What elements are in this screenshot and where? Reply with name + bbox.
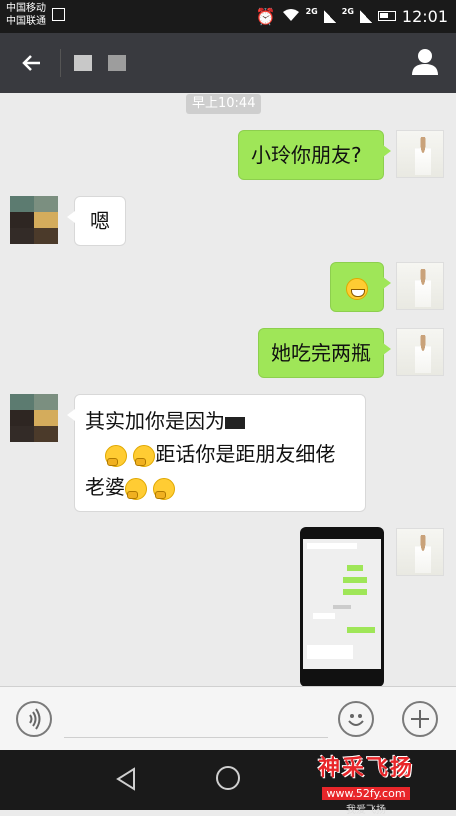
alarm-icon: ⏰ [255, 6, 276, 26]
more-button[interactable] [402, 701, 438, 737]
my-avatar[interactable] [396, 528, 444, 576]
watermark: 神采飞扬 www.52fy.com 我爱飞扬 [306, 750, 426, 816]
contact-avatar[interactable] [10, 196, 58, 244]
status-right: ⏰ 2G 2G 12:01 [256, 6, 448, 26]
back-button[interactable] [16, 47, 48, 79]
my-avatar[interactable] [396, 328, 444, 376]
grin-emoji-icon [346, 277, 368, 300]
contact-name-redacted [74, 55, 126, 71]
carrier-labels: 中国移动 中国联通 [6, 2, 46, 28]
contact-avatar[interactable] [10, 394, 58, 442]
image-message-thumbnail[interactable] [300, 527, 384, 687]
message-bubble-out[interactable] [330, 262, 391, 312]
person-icon [412, 49, 438, 75]
voice-icon [29, 708, 41, 730]
battery-icon [377, 11, 396, 21]
message-input[interactable] [64, 737, 328, 738]
message-text: 小玲你朋友? [251, 143, 362, 167]
message-text: 她吃完两瓶 [271, 341, 371, 365]
plus-icon [411, 710, 429, 728]
message-bubble-in[interactable]: 嗯 [67, 196, 126, 246]
signal-icon-2 [359, 9, 372, 23]
message-line-3: 老婆 [85, 471, 355, 504]
network-type-2: 2G [341, 6, 354, 16]
carrier-2: 中国联通 [6, 16, 46, 27]
thinking-emoji-icon [105, 444, 127, 467]
chat-info-button[interactable] [408, 45, 442, 79]
thinking-emoji-icon [133, 444, 156, 467]
nav-home-button[interactable] [216, 766, 240, 790]
triangle-back-icon [116, 767, 135, 791]
emoji-button[interactable] [338, 701, 374, 737]
thinking-emoji-icon [153, 477, 176, 500]
watermark-sub: 我爱飞扬 [346, 805, 386, 816]
message-line-1: 其实加你是因为 [85, 405, 355, 438]
message-bubble-in[interactable]: 其实加你是因为 距话你是距朋友细佬 老婆 [67, 394, 366, 512]
chat-input-bar [0, 686, 456, 751]
nav-back-button[interactable] [114, 766, 140, 792]
wifi-icon [282, 7, 300, 26]
chat-title-bar [0, 33, 456, 93]
watermark-url: www.52fy.com [322, 787, 410, 800]
sim-icon [52, 8, 65, 21]
my-avatar[interactable] [396, 262, 444, 310]
my-avatar[interactable] [396, 130, 444, 178]
message-text: 嗯 [90, 209, 110, 233]
arrow-left-icon [22, 55, 40, 71]
message-bubble-out[interactable]: 她吃完两瓶 [258, 328, 391, 378]
clock: 12:01 [401, 6, 448, 26]
redacted-block [225, 416, 245, 429]
status-bar: 中国移动 中国联通 ⏰ 2G 2G 12:01 [0, 0, 456, 33]
message-bubble-out[interactable]: 小玲你朋友? [238, 130, 391, 180]
message-line-2: 距话你是距朋友细佬 [85, 438, 355, 471]
title-divider [60, 49, 61, 77]
emoji-icon [348, 714, 364, 726]
screenshot-preview [303, 539, 381, 669]
network-type-1: 2G [305, 6, 318, 16]
signal-icon-1 [323, 9, 336, 23]
carrier-1: 中国移动 [6, 3, 46, 14]
message-timestamp: 早上10:44 [186, 94, 262, 114]
thinking-emoji-icon [125, 477, 147, 500]
voice-button[interactable] [16, 701, 52, 737]
watermark-title: 神采飞扬 [317, 756, 414, 781]
